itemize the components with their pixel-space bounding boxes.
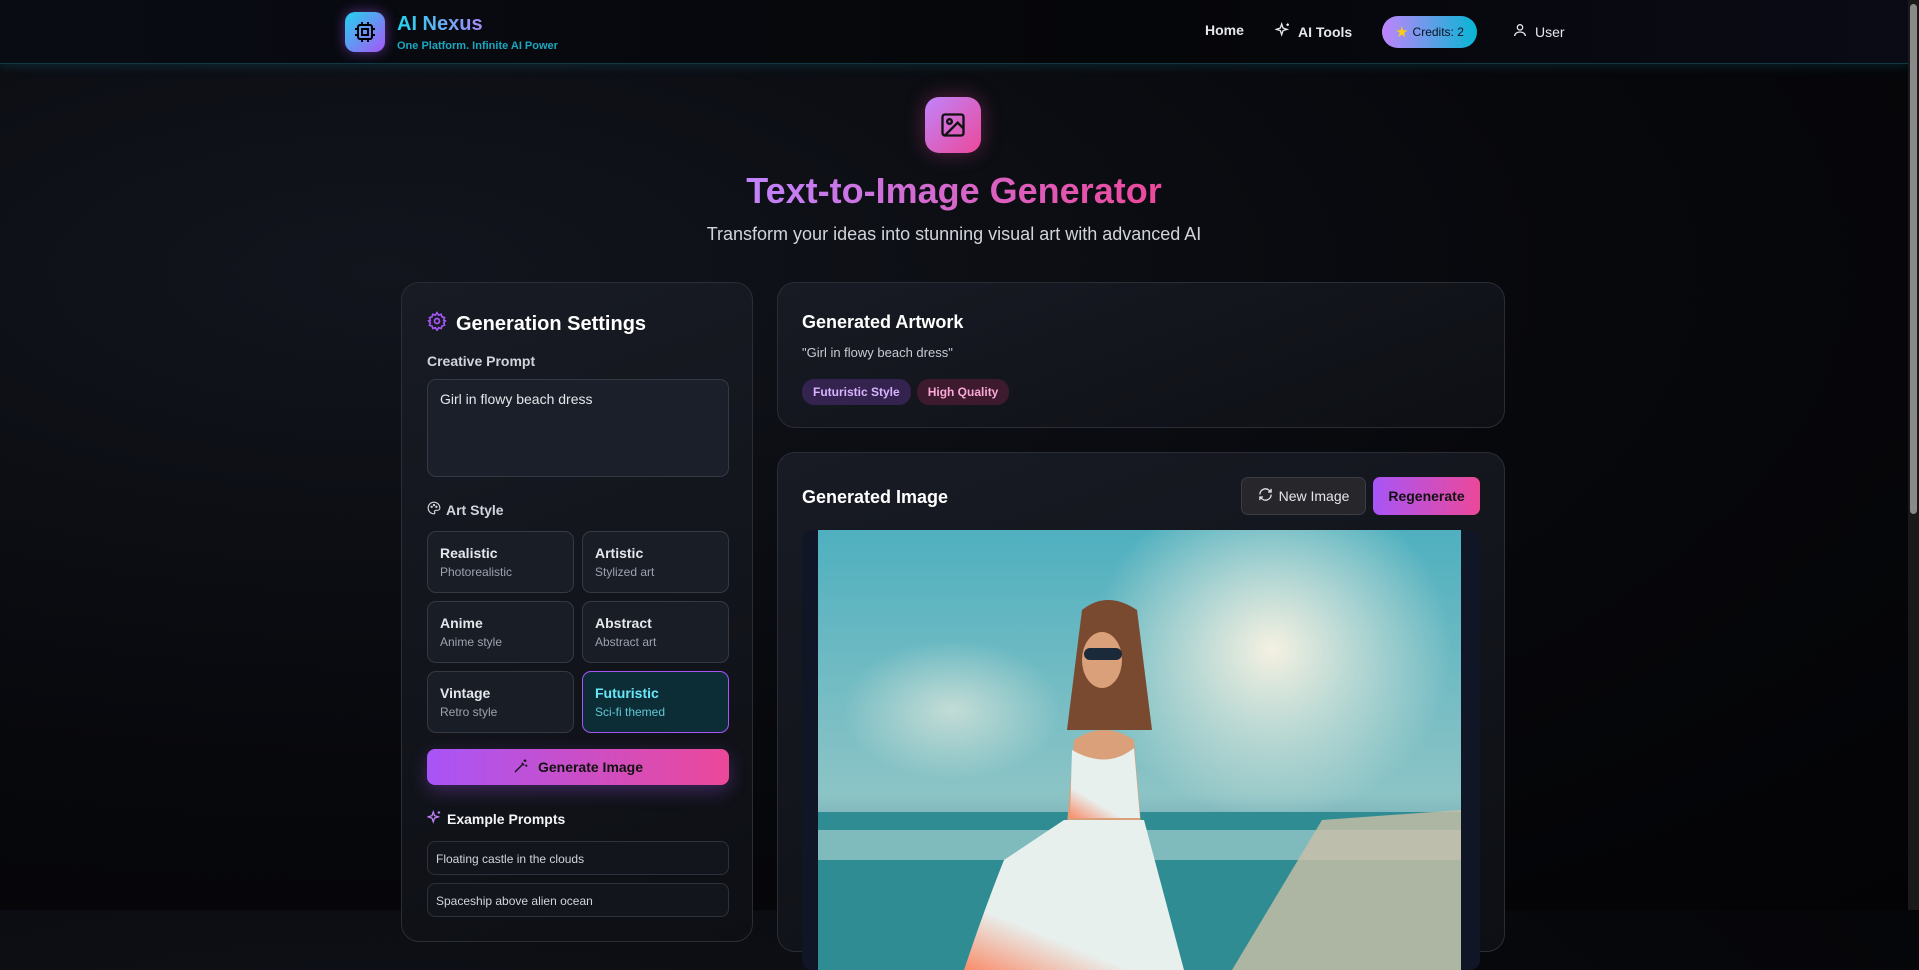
example-prompt-item[interactable]: Floating castle in the clouds (427, 841, 729, 875)
style-desc: Sci-fi themed (595, 705, 666, 719)
style-desc: Retro style (440, 705, 498, 719)
page-subtitle: Transform your ideas into stunning visua… (706, 224, 1202, 244)
style-name: Realistic (440, 545, 498, 561)
scrollbar[interactable] (1908, 0, 1919, 910)
prompt-input[interactable]: Girl in flowy beach dress (427, 379, 729, 477)
style-desc: Stylized art (595, 565, 655, 579)
style-desc: Anime style (440, 635, 503, 649)
style-name: Anime (440, 615, 483, 631)
generate-label: Generate Image (537, 759, 644, 775)
style-desc: Abstract art (595, 635, 657, 649)
style-option-vintage[interactable]: Vintage Retro style (427, 671, 574, 733)
art-style-label: Art Style (427, 501, 504, 518)
generated-image[interactable] (802, 530, 1480, 970)
style-option-artistic[interactable]: Artistic Stylized art (582, 531, 729, 593)
style-option-anime[interactable]: Anime Anime style (427, 601, 574, 663)
image-title: Generated Image (802, 487, 949, 507)
gear-icon (427, 311, 447, 337)
example-prompts-label: Example Prompts (426, 809, 566, 828)
top-nav-bar: AI Nexus One Platform. Infinite AI Power… (0, 0, 1908, 64)
refresh-icon (1258, 487, 1273, 505)
sparkles-icon (1274, 21, 1291, 41)
settings-heading: Generation Settings (427, 311, 646, 337)
brand-tagline: One Platform. Infinite AI Power (397, 40, 558, 52)
nav-user[interactable]: User (1512, 22, 1565, 41)
generated-image-card: Generated Image New Image Regenerate (777, 452, 1505, 970)
page-title: Text-to-Image Generator (746, 170, 1162, 211)
style-name: Futuristic (595, 685, 659, 701)
new-image-button[interactable]: New Image (1241, 477, 1366, 515)
style-name: Vintage (440, 685, 491, 701)
new-image-label: New Image (1278, 488, 1350, 504)
user-icon (1512, 22, 1528, 41)
artwork-title: Generated Artwork (802, 312, 964, 332)
style-option-futuristic[interactable]: Futuristic Sci-fi themed (582, 671, 729, 733)
brand-name[interactable]: AI Nexus (397, 13, 483, 36)
style-badge: Futuristic Style (802, 379, 911, 405)
generation-settings-panel: Generation Settings Creative Prompt Girl… (401, 282, 753, 942)
settings-title: Generation Settings (456, 312, 647, 335)
style-option-abstract[interactable]: Abstract Abstract art (582, 601, 729, 663)
scrollbar-thumb[interactable] (1910, 4, 1917, 514)
regenerate-button[interactable]: Regenerate (1373, 477, 1480, 515)
generate-image-button[interactable]: Generate Image (427, 749, 729, 785)
nav-home[interactable]: Home (1205, 22, 1244, 38)
generated-artwork-card: Generated Artwork "Girl in flowy beach d… (777, 282, 1505, 428)
style-name: Artistic (595, 545, 644, 561)
chip-logo-icon[interactable] (345, 12, 385, 52)
nav-ai-tools-label: AI Tools (1298, 23, 1353, 40)
generated-image-picture (818, 530, 1461, 970)
magic-wand-icon (513, 758, 529, 777)
style-name: Abstract (595, 615, 652, 631)
credits-label: Credits: 2 (1412, 25, 1464, 39)
image-icon (925, 97, 981, 153)
prompt-label: Creative Prompt (427, 353, 536, 369)
style-desc: Photorealistic (440, 565, 513, 579)
example-prompt-item[interactable]: Spaceship above alien ocean (427, 883, 729, 917)
quality-badge: High Quality (916, 379, 1010, 405)
palette-icon (427, 501, 441, 518)
nav-ai-tools[interactable]: AI Tools (1274, 21, 1353, 41)
artwork-prompt: "Girl in flowy beach dress" (802, 345, 953, 360)
credits-badge[interactable]: ★ Credits: 2 (1382, 16, 1477, 48)
style-option-realistic[interactable]: Realistic Photorealistic (427, 531, 574, 593)
sparkles-icon (426, 809, 442, 828)
nav-home-label: Home (1205, 22, 1244, 38)
artwork-badges: Futuristic Style High Quality (802, 379, 1015, 405)
example-prompts-text: Example Prompts (447, 811, 566, 827)
art-style-text: Art Style (446, 501, 504, 518)
nav-user-label: User (1535, 23, 1565, 40)
star-icon: ★ (1395, 24, 1409, 41)
